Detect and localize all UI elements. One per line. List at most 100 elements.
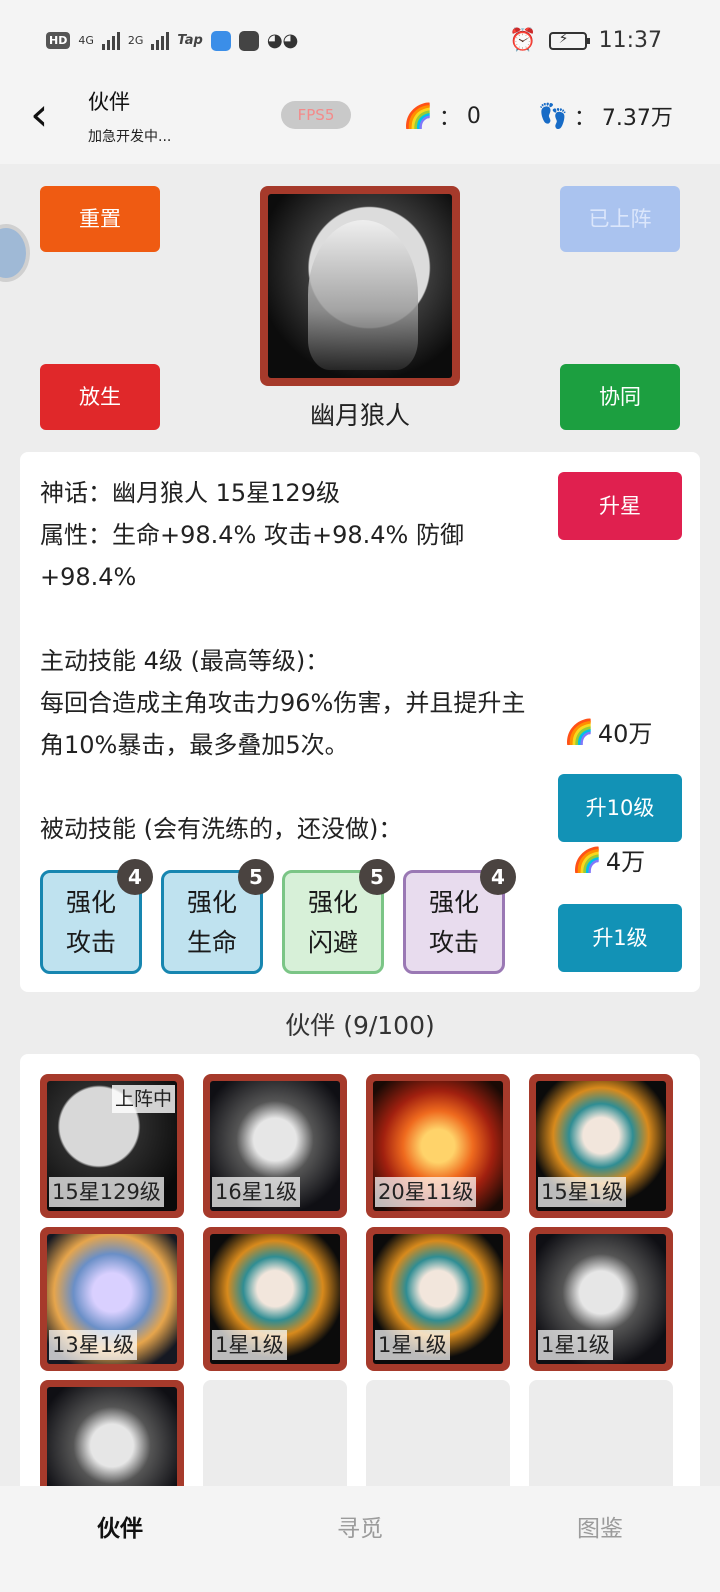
partner-level: 16星1级: [212, 1177, 301, 1207]
mail-notification-icon: [238, 30, 259, 51]
status-bar: HD 4G 2G Tap ◕◕ ⏰ ⚡ 11:37: [0, 0, 720, 86]
active-skill-title: 主动技能 4级 (最高等级)：: [40, 647, 330, 675]
battery-icon: ⚡: [548, 31, 590, 50]
passive-skill-title: 被动技能 (会有洗练的，还没做)：: [40, 815, 403, 843]
active-skill-desc: 每回合造成主角攻击力96%伤害，并且提升主角10%暴击，最多叠加5次。: [40, 689, 526, 759]
passive-skill-4[interactable]: 强化 攻击 4: [403, 859, 516, 974]
tab-partners[interactable]: 伙伴: [0, 1486, 240, 1592]
roster-title: 伙伴 (9/100): [285, 1011, 435, 1040]
footprints-icon: 👣: [538, 102, 568, 130]
back-icon[interactable]: ‹: [30, 91, 70, 137]
hero-rank-line: 神话：幽月狼人 15星129级: [40, 479, 340, 507]
empty-slot: [529, 1380, 673, 1486]
roster-card[interactable]: [40, 1380, 184, 1486]
onstage-button[interactable]: 已上阵: [560, 186, 680, 252]
cost-1-value: 4万: [605, 848, 646, 876]
reset-button[interactable]: 重置: [40, 186, 160, 252]
rainbow-stat: 🌈： 0: [403, 100, 481, 132]
star-up-button[interactable]: 升星: [558, 472, 682, 540]
tab-codex[interactable]: 图鉴: [480, 1486, 720, 1592]
steps-sep: ：: [573, 106, 596, 131]
page-title: 伙伴: [88, 90, 130, 114]
level-up-1-button[interactable]: 升1级: [558, 904, 682, 972]
rainbow-value: 0: [466, 103, 481, 129]
release-button[interactable]: 放生: [40, 364, 160, 430]
partner-level: 13星1级: [49, 1330, 138, 1360]
roster-grid: 上阵中 15星129级 16星1级 20星11级 15星1级 13星1级 1星1…: [20, 1054, 700, 1486]
roster-card[interactable]: 16星1级: [203, 1074, 347, 1218]
empty-slot: [203, 1380, 347, 1486]
hero-portrait: [260, 186, 460, 386]
partner-level: 15星1级: [538, 1177, 627, 1207]
partner-image: 16星1级: [210, 1081, 340, 1211]
passive-skill-1[interactable]: 强化 攻击 4: [40, 859, 153, 974]
roster-card[interactable]: 15星1级: [529, 1074, 673, 1218]
hero-portrait-image: [268, 194, 452, 378]
partner-level: 20星11级: [375, 1177, 477, 1207]
partner-level: 15星129级: [49, 1177, 164, 1207]
passive-skill-1-l2: 攻击: [65, 928, 116, 957]
cost-1: 🌈 4万: [572, 842, 645, 877]
fps-badge: FPS5: [281, 101, 351, 129]
cost-10-value: 40万: [597, 720, 653, 748]
signal-icon-2: [151, 31, 170, 50]
partner-image: 1星1级: [373, 1234, 503, 1364]
app-header: ‹ 伙伴 加急开发中... FPS5 🌈： 0 👣： 7.37万: [0, 86, 720, 164]
partner-image: 1星1级: [536, 1234, 666, 1364]
wechat-icon: ◕◕: [266, 30, 299, 51]
tap-app-icon: Tap: [177, 33, 203, 48]
roster-card[interactable]: 1星1级: [366, 1227, 510, 1371]
roster-card[interactable]: 13星1级: [40, 1227, 184, 1371]
status-left: HD 4G 2G Tap ◕◕: [46, 30, 298, 51]
passive-skill-3[interactable]: 强化 闪避 5: [282, 859, 395, 974]
roster-card[interactable]: 1星1级: [529, 1227, 673, 1371]
net1-label: 4G: [78, 34, 94, 47]
signal-icon: [101, 31, 120, 50]
hero-name: 幽月狼人: [309, 401, 410, 430]
app-notification-icon: [210, 30, 231, 51]
passive-skill-2-l2: 生命: [186, 928, 237, 957]
steps-value: 7.37万: [601, 106, 673, 131]
passive-skill-3-l2: 闪避: [307, 928, 358, 957]
floating-assist-ball[interactable]: [0, 224, 30, 282]
roster-card[interactable]: 1星1级: [203, 1227, 347, 1371]
cost-10: 🌈 40万: [564, 714, 652, 749]
rainbow-icon: 🌈: [572, 845, 602, 874]
page-subtitle: 加急开发中...: [88, 129, 172, 145]
steps-stat: 👣： 7.37万: [538, 100, 673, 132]
clock: 11:37: [598, 28, 662, 53]
hero-info: 神话：幽月狼人 15星129级 属性：生命+98.4% 攻击+98.4% 防御+…: [40, 472, 540, 850]
partner-level: 1星1级: [375, 1330, 450, 1360]
bottom-tab-bar: 伙伴 寻觅 图鉴: [0, 1486, 720, 1592]
coop-button[interactable]: 协同: [560, 364, 680, 430]
hero-attr-line: 属性：生命+98.4% 攻击+98.4% 防御+98.4%: [40, 521, 464, 591]
partner-image: 13星1级: [47, 1234, 177, 1364]
roster-card[interactable]: 20星11级: [366, 1074, 510, 1218]
rainbow-icon: 🌈: [564, 717, 594, 746]
rainbow-sep: ：: [438, 106, 461, 131]
hd-badge: HD: [46, 32, 71, 49]
alarm-icon: ⏰: [509, 28, 537, 53]
tab-search[interactable]: 寻觅: [240, 1486, 480, 1592]
partner-image: 15星1级: [536, 1081, 666, 1211]
passive-level-badge: 4: [480, 859, 516, 895]
detail-card: 神话：幽月狼人 15星129级 属性：生命+98.4% 攻击+98.4% 防御+…: [20, 452, 700, 992]
status-right: ⏰ ⚡ 11:37: [509, 28, 662, 53]
passive-level-badge: 4: [117, 859, 153, 895]
passive-skill-2[interactable]: 强化 生命 5: [161, 859, 274, 974]
partner-level: 1星1级: [538, 1330, 613, 1360]
net2-label: 2G: [127, 34, 144, 47]
partner-level: 1星1级: [212, 1330, 287, 1360]
passive-level-badge: 5: [238, 859, 274, 895]
roster-card[interactable]: 上阵中 15星129级: [40, 1074, 184, 1218]
level-up-10-button[interactable]: 升10级: [558, 774, 682, 842]
partner-image: 上阵中 15星129级: [47, 1081, 177, 1211]
partner-image: 1星1级: [210, 1234, 340, 1364]
empty-slot: [366, 1380, 510, 1486]
hero-figure: [308, 220, 418, 370]
rainbow-icon: 🌈: [403, 102, 433, 130]
partner-image: [47, 1387, 177, 1486]
onstage-tag: 上阵中: [111, 1085, 175, 1113]
passive-level-badge: 5: [359, 859, 395, 895]
passive-skill-4-l2: 攻击: [428, 928, 479, 957]
